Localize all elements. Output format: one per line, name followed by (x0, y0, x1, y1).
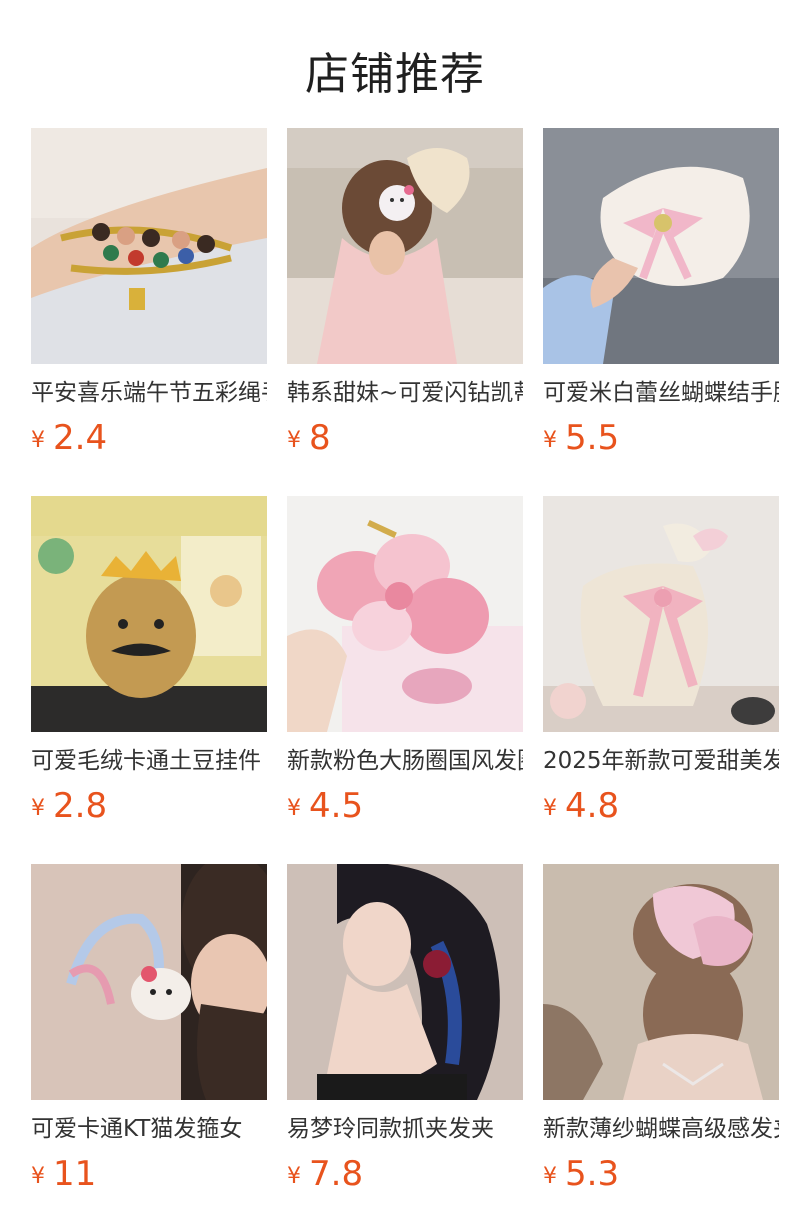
product-price: ¥5.3 (543, 1154, 779, 1200)
product-card[interactable]: 新款薄纱蝴蝶高级感发夹 ¥5.3 (543, 864, 779, 1194)
price-value: 4.8 (565, 786, 620, 826)
product-image[interactable] (543, 128, 779, 364)
currency-symbol: ¥ (287, 796, 301, 821)
price-value: 2.8 (53, 786, 108, 826)
product-price: ¥8 (287, 418, 523, 464)
product-image[interactable] (287, 496, 523, 732)
product-price: ¥4.8 (543, 786, 779, 832)
product-image[interactable] (31, 128, 267, 364)
product-image[interactable] (31, 496, 267, 732)
product-image[interactable] (543, 864, 779, 1100)
price-value: 8 (309, 418, 331, 458)
product-card[interactable]: 2025年新款可爱甜美发夹 ¥4.8 (543, 496, 779, 826)
product-price: ¥7.8 (287, 1154, 523, 1200)
product-name[interactable]: 可爱米白蕾丝蝴蝶结手腕花 (543, 378, 779, 408)
product-name[interactable]: 易梦玲同款抓夹发夹 (287, 1114, 523, 1144)
currency-symbol: ¥ (31, 796, 45, 821)
product-card[interactable]: 韩系甜妹~可爱闪钻凯蒂猫发夹 ¥8 (287, 128, 523, 458)
section-title: 店铺推荐 (305, 49, 485, 100)
price-value: 5.3 (565, 1154, 620, 1194)
product-name[interactable]: 可爱卡通KT猫发箍女 (31, 1114, 267, 1144)
product-image[interactable] (287, 864, 523, 1100)
product-price: ¥5.5 (543, 418, 779, 464)
product-price: ¥2.4 (31, 418, 267, 464)
product-card[interactable]: 易梦玲同款抓夹发夹 ¥7.8 (287, 864, 523, 1194)
product-name[interactable]: 新款薄纱蝴蝶高级感发夹 (543, 1114, 779, 1144)
product-name[interactable]: 平安喜乐端午节五彩绳手链 (31, 378, 267, 408)
currency-symbol: ¥ (287, 1164, 301, 1189)
product-card[interactable]: 可爱毛绒卡通土豆挂件 ¥2.8 (31, 496, 267, 826)
price-value: 4.5 (309, 786, 364, 826)
product-card[interactable]: 可爱卡通KT猫发箍女 ¥11 (31, 864, 267, 1194)
price-value: 5.5 (565, 418, 620, 458)
product-name[interactable]: 2025年新款可爱甜美发夹 (543, 746, 779, 776)
product-price: ¥11 (31, 1154, 267, 1200)
currency-symbol: ¥ (543, 1164, 557, 1189)
currency-symbol: ¥ (543, 796, 557, 821)
product-price: ¥4.5 (287, 786, 523, 832)
product-name[interactable]: 韩系甜妹~可爱闪钻凯蒂猫发夹 (287, 378, 523, 408)
product-card[interactable]: 新款粉色大肠圈国风发圈 ¥4.5 (287, 496, 523, 826)
product-grid: 平安喜乐端午节五彩绳手链 ¥2.4 韩系甜妹~可爱闪钻凯蒂猫发夹 ¥8 (31, 128, 779, 1194)
currency-symbol: ¥ (287, 428, 301, 453)
product-image[interactable] (543, 496, 779, 732)
product-price: ¥2.8 (31, 786, 267, 832)
currency-symbol: ¥ (31, 1164, 45, 1189)
currency-symbol: ¥ (543, 428, 557, 453)
product-name[interactable]: 新款粉色大肠圈国风发圈 (287, 746, 523, 776)
currency-symbol: ¥ (31, 428, 45, 453)
price-value: 11 (53, 1154, 97, 1194)
product-card[interactable]: 可爱米白蕾丝蝴蝶结手腕花 ¥5.5 (543, 128, 779, 458)
product-name[interactable]: 可爱毛绒卡通土豆挂件 (31, 746, 267, 776)
price-value: 2.4 (53, 418, 108, 458)
product-card[interactable]: 平安喜乐端午节五彩绳手链 ¥2.4 (31, 128, 267, 458)
product-image[interactable] (287, 128, 523, 364)
product-image[interactable] (31, 864, 267, 1100)
price-value: 7.8 (309, 1154, 364, 1194)
